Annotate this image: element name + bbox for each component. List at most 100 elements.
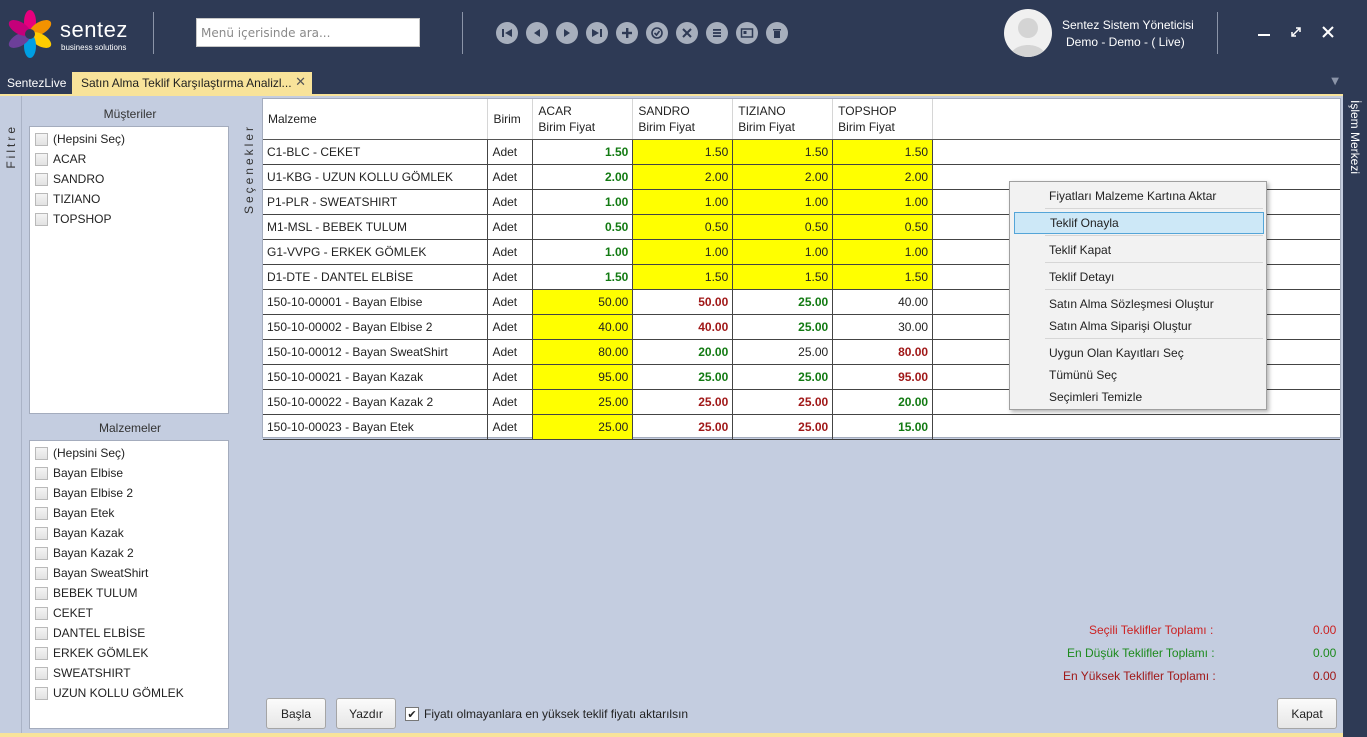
price-cell[interactable]: 25.00 (532, 389, 634, 415)
price-cell[interactable]: 95.00 (832, 364, 934, 390)
price-cell[interactable]: 30.00 (832, 314, 934, 340)
checkbox[interactable] (35, 586, 48, 600)
list-item[interactable]: CEKET (30, 603, 228, 623)
price-cell[interactable]: 40.00 (532, 314, 634, 340)
material-cell[interactable]: G1-VVPG - ERKEK GÖMLEK (263, 239, 489, 265)
first-record-button[interactable] (496, 22, 518, 44)
price-cell[interactable]: 40.00 (632, 314, 734, 340)
column-header-supplier[interactable]: ACAR Birim Fiyat (532, 99, 634, 140)
context-menu-item[interactable]: Seçimleri Temizle (1014, 386, 1264, 408)
price-cell[interactable]: 25.00 (632, 364, 734, 390)
list-item[interactable]: Bayan Elbise 2 (30, 483, 228, 503)
highest-price-checkbox-label[interactable]: Fiyatı olmayanlara en yüksek teklif fiya… (424, 707, 688, 721)
context-menu-item[interactable]: Teklif Onayla (1014, 212, 1264, 234)
unit-cell[interactable]: Adet (487, 214, 534, 240)
price-cell[interactable]: 1.00 (832, 189, 934, 215)
material-cell[interactable]: 150-10-00001 - Bayan Elbise (263, 289, 489, 315)
minimize-button[interactable] (1254, 22, 1274, 42)
previous-record-button[interactable] (526, 22, 548, 44)
tab-purchase-quote-analysis[interactable]: Satın Alma Teklif Karşılaştırma Analizl.… (72, 72, 312, 94)
list-item[interactable]: (Hepsini Seç) (30, 443, 228, 463)
checkbox[interactable] (35, 506, 48, 520)
checkbox[interactable] (35, 626, 48, 640)
checkbox[interactable] (35, 666, 48, 680)
checkbox[interactable] (35, 566, 48, 580)
options-panel-toggle[interactable]: Seçenekler (238, 96, 260, 737)
unit-cell[interactable]: Adet (487, 239, 534, 265)
price-cell[interactable]: 1.00 (832, 239, 934, 265)
unit-cell[interactable]: Adet (487, 289, 534, 315)
list-item[interactable]: TIZIANO (30, 189, 228, 209)
material-cell[interactable]: 150-10-00021 - Bayan Kazak (263, 364, 489, 390)
price-cell[interactable]: 1.00 (532, 189, 634, 215)
next-record-button[interactable] (556, 22, 578, 44)
context-menu-item[interactable]: Teklif Kapat (1014, 239, 1264, 261)
checkbox[interactable] (35, 486, 48, 500)
close-button[interactable]: Kapat (1277, 698, 1337, 729)
delete-button[interactable] (766, 22, 788, 44)
price-cell[interactable]: 1.50 (532, 139, 634, 165)
price-cell[interactable]: 1.50 (832, 139, 934, 165)
context-menu-item[interactable]: Fiyatları Malzeme Kartına Aktar (1014, 185, 1264, 207)
price-cell[interactable]: 20.00 (832, 389, 934, 415)
checkbox[interactable] (35, 132, 48, 146)
price-cell[interactable]: 50.00 (532, 289, 634, 315)
tab-close-icon[interactable]: ✕ (295, 74, 306, 90)
context-menu-item[interactable]: Teklif Detayı (1014, 266, 1264, 288)
price-cell[interactable]: 0.50 (532, 214, 634, 240)
price-cell[interactable]: 15.00 (832, 414, 934, 440)
price-cell[interactable]: 25.00 (732, 289, 834, 315)
price-cell[interactable]: 0.50 (732, 214, 834, 240)
material-cell[interactable]: 150-10-00002 - Bayan Elbise 2 (263, 314, 489, 340)
unit-cell[interactable]: Adet (487, 314, 534, 340)
price-cell[interactable]: 1.50 (632, 139, 734, 165)
checkbox[interactable] (35, 172, 48, 186)
column-header-material[interactable]: Malzeme (263, 99, 489, 140)
context-menu-item[interactable]: Uygun Olan Kayıtları Seç (1014, 342, 1264, 364)
unit-cell[interactable]: Adet (487, 414, 534, 440)
checkbox[interactable] (35, 192, 48, 206)
price-cell[interactable]: 40.00 (832, 289, 934, 315)
price-cell[interactable]: 1.50 (532, 264, 634, 290)
price-cell[interactable]: 1.50 (832, 264, 934, 290)
price-cell[interactable]: 1.00 (732, 239, 834, 265)
list-item[interactable]: Bayan SweatShirt (30, 563, 228, 583)
checkbox[interactable] (35, 606, 48, 620)
filter-panel-toggle[interactable]: Filtre (0, 96, 22, 737)
list-item[interactable]: Bayan Kazak 2 (30, 543, 228, 563)
user-avatar[interactable] (1004, 9, 1052, 57)
tab-dropdown-icon[interactable]: ▼ (1331, 76, 1339, 87)
highest-price-checkbox[interactable]: ✔ (405, 707, 419, 721)
unit-cell[interactable]: Adet (487, 164, 534, 190)
material-cell[interactable]: M1-MSL - BEBEK TULUM (263, 214, 489, 240)
list-item[interactable]: Bayan Etek (30, 503, 228, 523)
context-menu-item[interactable]: Satın Alma Siparişi Oluştur (1014, 315, 1264, 337)
price-cell[interactable]: 1.00 (632, 239, 734, 265)
unit-cell[interactable]: Adet (487, 364, 534, 390)
price-cell[interactable]: 25.00 (732, 364, 834, 390)
add-record-button[interactable] (616, 22, 638, 44)
list-item[interactable]: TOPSHOP (30, 209, 228, 229)
price-cell[interactable]: 25.00 (632, 389, 734, 415)
list-item[interactable]: BEBEK TULUM (30, 583, 228, 603)
column-header-supplier[interactable]: SANDRO Birim Fiyat (632, 99, 734, 140)
column-header-unit[interactable]: Birim (487, 99, 534, 140)
checkbox[interactable] (35, 526, 48, 540)
confirm-button[interactable] (646, 22, 668, 44)
price-cell[interactable]: 25.00 (732, 389, 834, 415)
list-item[interactable]: Bayan Kazak (30, 523, 228, 543)
material-cell[interactable]: C1-BLC - CEKET (263, 139, 489, 165)
column-header-supplier[interactable]: TOPSHOP Birim Fiyat (832, 99, 934, 140)
context-menu-item[interactable]: Tümünü Seç (1014, 364, 1264, 386)
checkbox[interactable] (35, 152, 48, 166)
list-item[interactable]: DANTEL ELBİSE (30, 623, 228, 643)
column-header-supplier[interactable]: TIZIANO Birim Fiyat (732, 99, 834, 140)
price-cell[interactable]: 80.00 (832, 339, 934, 365)
price-cell[interactable]: 0.50 (632, 214, 734, 240)
price-cell[interactable]: 0.50 (832, 214, 934, 240)
list-item[interactable]: Bayan Elbise (30, 463, 228, 483)
list-item[interactable]: (Hepsini Seç) (30, 129, 228, 149)
tab-sentezlive[interactable]: SentezLive (7, 76, 66, 90)
price-cell[interactable]: 95.00 (532, 364, 634, 390)
checkbox[interactable] (35, 466, 48, 480)
